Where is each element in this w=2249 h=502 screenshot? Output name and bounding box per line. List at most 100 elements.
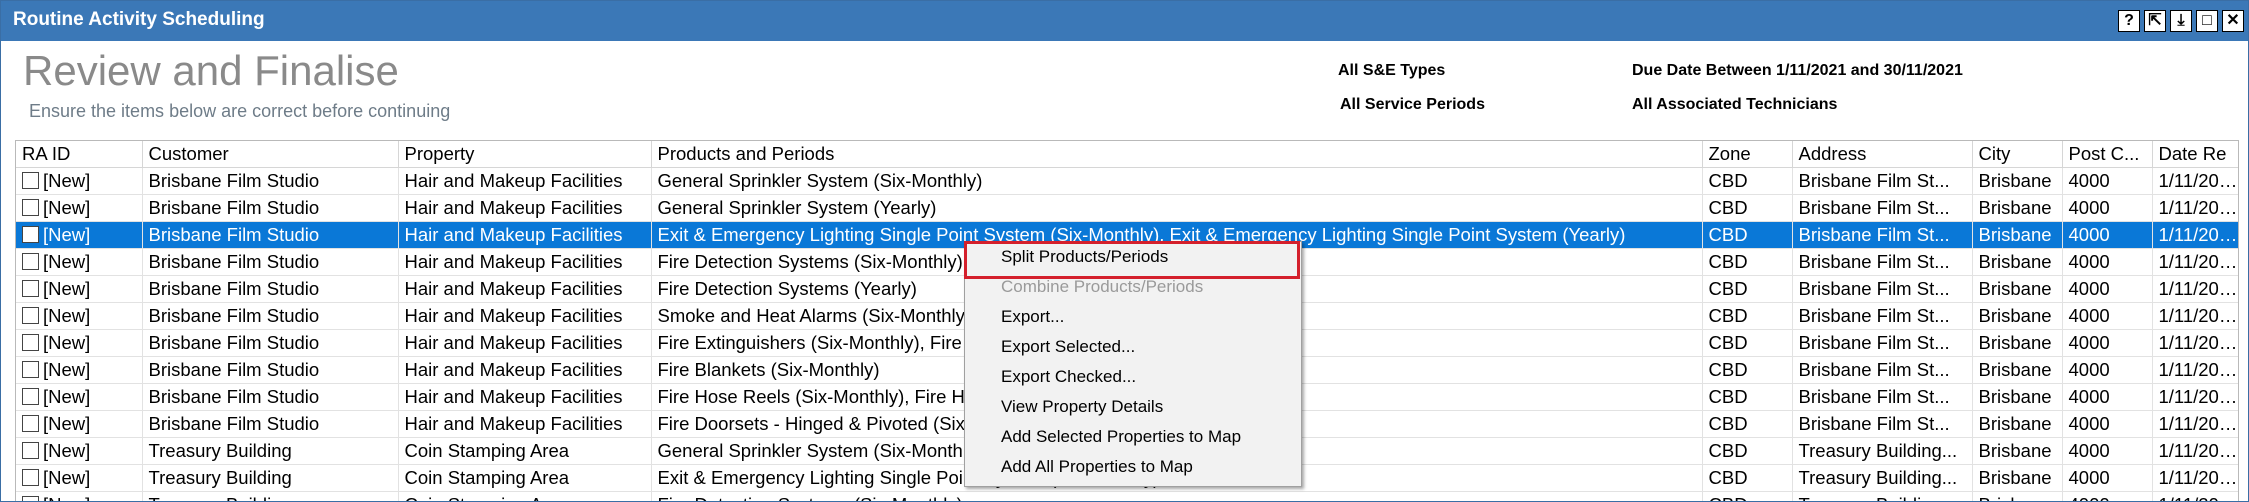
cell-zone: CBD xyxy=(1702,329,1793,357)
cell-postcode: 4000 xyxy=(2062,221,2153,249)
cell-customer: Treasury Building xyxy=(142,464,399,492)
cell-address: Brisbane Film St... xyxy=(1792,167,1973,195)
cell-address: Treasury Building... xyxy=(1792,464,1973,492)
ra-id-value: [New] xyxy=(43,197,91,218)
cell-city: Brisbane xyxy=(1972,275,2063,303)
cell-date: 1/11/2021 xyxy=(2152,275,2238,303)
cell-address: Brisbane Film St... xyxy=(1792,383,1973,411)
cell-property: Hair and Makeup Facilities xyxy=(398,275,652,303)
menu-item-add-selected-properties-to-map[interactable]: Add Selected Properties to Map xyxy=(965,422,1301,452)
window-controls: ? ⇱ ⤓ □ ✕ xyxy=(2118,10,2244,32)
column-header-products-periods[interactable]: Products and Periods xyxy=(651,141,1703,168)
cell-date: 1/11/2021 xyxy=(2152,329,2238,357)
ra-id-value: [New] xyxy=(43,224,91,245)
cell-customer: Treasury Building xyxy=(142,437,399,465)
cell-date: 1/11/2021 xyxy=(2152,491,2238,501)
download-icon[interactable]: ⤓ xyxy=(2170,10,2192,32)
ra-id-value: [New] xyxy=(43,413,91,434)
cell-postcode: 4000 xyxy=(2062,464,2153,492)
filter-service-periods: All Service Periods xyxy=(1340,96,1485,113)
cell-ra-id: [New] xyxy=(16,302,143,330)
cell-city: Brisbane xyxy=(1972,410,2063,438)
export-icon[interactable]: ⇱ xyxy=(2144,10,2166,32)
ra-id-value: [New] xyxy=(43,305,91,326)
filter-due-date: Due Date Between 1/11/2021 and 30/11/202… xyxy=(1632,62,1963,79)
table-row[interactable]: [New] Brisbane Film Studio Hair and Makeup… xyxy=(16,167,2238,195)
column-header-customer[interactable]: Customer xyxy=(142,141,399,168)
cell-zone: CBD xyxy=(1702,410,1793,438)
cell-property: Hair and Makeup Facilities xyxy=(398,194,652,222)
table-row[interactable]: [New] Treasury BuildingCoin Stamping Area… xyxy=(16,491,2238,501)
row-checkbox[interactable] xyxy=(22,415,39,432)
cell-city: Brisbane xyxy=(1972,383,2063,411)
cell-city: Brisbane xyxy=(1972,248,2063,276)
maximize-icon[interactable]: □ xyxy=(2196,10,2218,32)
cell-date: 1/11/2021 xyxy=(2152,221,2238,249)
cell-city: Brisbane xyxy=(1972,491,2063,501)
column-header-zone[interactable]: Zone xyxy=(1702,141,1793,168)
row-checkbox[interactable] xyxy=(22,253,39,270)
column-header-date[interactable]: Date Re xyxy=(2152,141,2238,168)
cell-property: Hair and Makeup Facilities xyxy=(398,410,652,438)
cell-date: 1/11/2021 xyxy=(2152,437,2238,465)
cell-postcode: 4000 xyxy=(2062,329,2153,357)
cell-property: Hair and Makeup Facilities xyxy=(398,302,652,330)
cell-customer: Brisbane Film Studio xyxy=(142,356,399,384)
row-checkbox[interactable] xyxy=(22,172,39,189)
column-header-address[interactable]: Address xyxy=(1792,141,1973,168)
row-checkbox[interactable] xyxy=(22,361,39,378)
cell-property: Hair and Makeup Facilities xyxy=(398,167,652,195)
cell-address: Brisbane Film St... xyxy=(1792,221,1973,249)
cell-zone: CBD xyxy=(1702,491,1793,501)
cell-address: Brisbane Film St... xyxy=(1792,194,1973,222)
row-checkbox[interactable] xyxy=(22,469,39,486)
row-checkbox[interactable] xyxy=(22,280,39,297)
cell-property: Hair and Makeup Facilities xyxy=(398,248,652,276)
cell-date: 1/11/2021 xyxy=(2152,356,2238,384)
menu-item-export-selected[interactable]: Export Selected... xyxy=(965,332,1301,362)
row-checkbox[interactable] xyxy=(22,388,39,405)
cell-products-periods: Fire Detection Systems (Six-Monthly) xyxy=(651,491,1703,501)
row-checkbox[interactable] xyxy=(22,334,39,351)
cell-ra-id: [New] xyxy=(16,248,143,276)
cell-address: Brisbane Film St... xyxy=(1792,329,1973,357)
cell-property: Hair and Makeup Facilities xyxy=(398,221,652,249)
row-checkbox[interactable] xyxy=(22,199,39,216)
context-menu: Split Products/Periods Combine Products/… xyxy=(964,241,1302,487)
cell-city: Brisbane xyxy=(1972,194,2063,222)
menu-item-view-property-details[interactable]: View Property Details xyxy=(965,392,1301,422)
menu-item-export-checked[interactable]: Export Checked... xyxy=(965,362,1301,392)
row-checkbox[interactable] xyxy=(22,307,39,324)
help-icon[interactable]: ? xyxy=(2118,10,2140,32)
cell-zone: CBD xyxy=(1702,356,1793,384)
cell-postcode: 4000 xyxy=(2062,383,2153,411)
cell-zone: CBD xyxy=(1702,275,1793,303)
table-row[interactable]: [New] Brisbane Film Studio Hair and Makeup… xyxy=(16,194,2238,222)
menu-item-split-products-periods[interactable]: Split Products/Periods xyxy=(965,242,1301,272)
column-header-ra-id[interactable]: RA ID xyxy=(16,141,143,168)
cell-customer: Brisbane Film Studio xyxy=(142,248,399,276)
cell-customer: Brisbane Film Studio xyxy=(142,275,399,303)
cell-city: Brisbane xyxy=(1972,329,2063,357)
column-header-city[interactable]: City xyxy=(1972,141,2063,168)
column-header-postcode[interactable]: Post C... xyxy=(2062,141,2153,168)
cell-customer: Brisbane Film Studio xyxy=(142,302,399,330)
close-icon[interactable]: ✕ xyxy=(2222,10,2244,32)
cell-address: Brisbane Film St... xyxy=(1792,356,1973,384)
cell-products-periods: General Sprinkler System (Six-Monthly) xyxy=(651,167,1703,195)
column-header-property[interactable]: Property xyxy=(398,141,652,168)
cell-ra-id: [New] xyxy=(16,491,143,501)
cell-property: Coin Stamping Area xyxy=(398,491,652,501)
row-checkbox[interactable] xyxy=(22,226,39,243)
menu-item-export[interactable]: Export... xyxy=(965,302,1301,332)
menu-item-add-all-properties-to-map[interactable]: Add All Properties to Map xyxy=(965,452,1301,482)
cell-zone: CBD xyxy=(1702,221,1793,249)
cell-zone: CBD xyxy=(1702,383,1793,411)
row-checkbox[interactable] xyxy=(22,496,39,501)
cell-zone: CBD xyxy=(1702,167,1793,195)
app-window: Routine Activity Scheduling ? ⇱ ⤓ □ ✕ Re… xyxy=(0,0,2249,502)
cell-property: Coin Stamping Area xyxy=(398,464,652,492)
cell-date: 1/11/2021 xyxy=(2152,410,2238,438)
cell-customer: Brisbane Film Studio xyxy=(142,221,399,249)
row-checkbox[interactable] xyxy=(22,442,39,459)
